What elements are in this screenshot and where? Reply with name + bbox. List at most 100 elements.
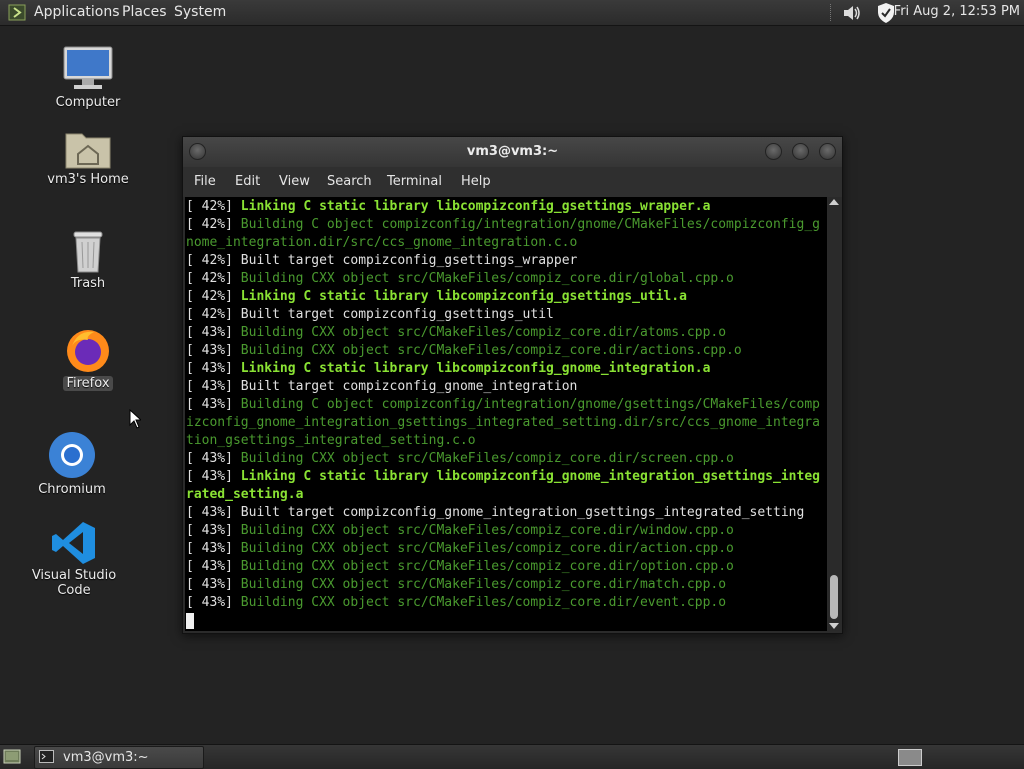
build-progress: [ 43%] [186,595,241,610]
desktop-icon-computer[interactable]: Computer [28,45,148,110]
build-message: Building CXX object src/CMakeFiles/compi… [240,559,734,574]
build-message: Building CXX object src/CMakeFiles/compi… [240,325,727,340]
build-progress: [ 42%] [186,307,241,322]
menu-system[interactable]: System [174,0,226,25]
build-message: Built target compizconfig_gnome_integrat… [240,505,805,520]
volume-icon[interactable] [841,2,863,24]
build-message: Linking C static library libcompizconfig… [186,469,820,502]
terminal-line: [ 43%] Building CXX object src/CMakeFile… [186,522,826,540]
text-cursor [186,612,194,629]
build-message: Building CXX object src/CMakeFiles/compi… [240,451,734,466]
trash-icon [73,231,103,273]
terminal-line: [ 42%] Linking C static library libcompi… [186,198,826,216]
terminal-line: [ 43%] Built target compizconfig_gnome_i… [186,504,826,522]
terminal-line: [ 42%] Built target compizconfig_gsettin… [186,252,826,270]
build-message: Linking C static library libcompizconfig… [240,289,687,304]
terminal-line: [ 42%] Building C object compizconfig/in… [186,216,826,252]
build-message: Building CXX object src/CMakeFiles/compi… [240,523,734,538]
build-progress: [ 43%] [186,541,241,556]
scroll-up-arrow-icon[interactable] [829,199,839,205]
firefox-icon [67,330,109,372]
terminal-line: [ 42%] Built target compizconfig_gsettin… [186,306,826,324]
desktop-icon-label: Firefox [63,376,113,391]
scroll-down-arrow-icon[interactable] [829,623,839,629]
menu-terminal[interactable]: Terminal [387,167,442,197]
build-progress: [ 43%] [186,325,241,340]
taskbar-item-terminal[interactable]: vm3@vm3:~ [34,746,204,769]
close-button[interactable] [819,143,836,160]
build-progress: [ 42%] [186,199,241,214]
window-titlebar[interactable]: vm3@vm3:~ [183,137,842,167]
build-progress: [ 43%] [186,577,241,592]
terminal-output[interactable]: [ 42%] Linking C static library libcompi… [185,197,827,631]
build-progress: [ 43%] [186,451,241,466]
menu-search[interactable]: Search [327,167,372,197]
build-message: Building C object compizconfig/integrati… [186,397,820,448]
terminal-line: [ 43%] Building C object compizconfig/in… [186,396,826,450]
build-progress: [ 43%] [186,397,241,412]
home-folder-icon [65,133,111,169]
build-message: Building CXX object src/CMakeFiles/compi… [240,595,727,610]
terminal-line: [ 43%] Building CXX object src/CMakeFile… [186,540,826,558]
distro-menu-icon[interactable] [8,4,26,21]
desktop-icon-label: Visual Studio Code [31,568,117,598]
minimize-button[interactable] [765,143,782,160]
terminal-lines: [ 42%] Linking C static library libcompi… [186,198,826,630]
panel-separator [830,4,833,21]
build-message: Built target compizconfig_gsettings_wrap… [240,253,578,268]
build-message: Building C object compizconfig/integrati… [186,217,820,250]
build-message: Building CXX object src/CMakeFiles/compi… [240,271,734,286]
menu-file[interactable]: File [194,167,216,197]
build-progress: [ 43%] [186,505,241,520]
desktop-icon-vscode[interactable]: Visual Studio Code [14,520,134,598]
terminal-scrollbar[interactable] [828,197,840,631]
terminal-menubar: File Edit View Search Terminal Help [183,167,842,197]
desktop-icon-trash[interactable]: Trash [28,228,148,291]
computer-icon [63,46,113,89]
build-message: Built target compizconfig_gnome_integrat… [240,379,578,394]
terminal-line: [ 43%] Built target compizconfig_gnome_i… [186,378,826,396]
mouse-pointer-icon [129,409,141,429]
workspace-switcher[interactable] [898,749,922,766]
terminal-window[interactable]: vm3@vm3:~ File Edit View Search Terminal… [182,136,843,634]
terminal-line: [ 43%] Linking C static library libcompi… [186,468,826,504]
build-progress: [ 43%] [186,379,241,394]
menu-applications[interactable]: Applications [34,0,120,25]
desktop-icon-home[interactable]: vm3's Home [28,128,148,187]
clock[interactable]: Fri Aug 2, 12:53 PM [894,0,1020,24]
desktop-icon-chromium[interactable]: Chromium [12,430,132,497]
terminal-icon [39,750,54,763]
build-progress: [ 42%] [186,253,241,268]
terminal-line: [ 42%] Building CXX object src/CMakeFile… [186,270,826,288]
build-message: Built target compizconfig_gsettings_util [240,307,554,322]
show-desktop-icon[interactable] [3,749,21,764]
desktop-icon-firefox[interactable]: Firefox [28,326,148,391]
build-message: Linking C static library libcompizconfig… [240,199,711,214]
build-message: Building CXX object src/CMakeFiles/compi… [240,541,734,556]
terminal-line: [ 43%] Building CXX object src/CMakeFile… [186,450,826,468]
scrollbar-thumb[interactable] [830,575,838,619]
build-progress: [ 42%] [186,289,241,304]
terminal-line: [ 43%] Building CXX object src/CMakeFile… [186,324,826,342]
menu-places[interactable]: Places [122,0,167,25]
terminal-line: [ 43%] Linking C static library libcompi… [186,360,826,378]
menu-help[interactable]: Help [461,167,491,197]
build-message: Linking C static library libcompizconfig… [240,361,711,376]
build-progress: [ 43%] [186,559,241,574]
build-message: Building CXX object src/CMakeFiles/compi… [240,343,742,358]
vscode-icon [52,522,95,564]
menu-edit[interactable]: Edit [235,167,260,197]
build-progress: [ 43%] [186,343,241,358]
terminal-line: [ 43%] Building CXX object src/CMakeFile… [186,558,826,576]
prompt-line [186,612,826,630]
menu-view[interactable]: View [279,167,310,197]
top-panel: Applications Places System Fri Aug 2, 12… [0,0,1024,26]
build-progress: [ 42%] [186,271,241,286]
maximize-button[interactable] [792,143,809,160]
bottom-panel: vm3@vm3:~ [0,744,1024,769]
window-menu-button[interactable] [189,143,206,160]
chromium-icon [49,432,95,478]
build-message: Building CXX object src/CMakeFiles/compi… [240,577,727,592]
desktop-icon-label: vm3's Home [47,172,129,187]
window-title: vm3@vm3:~ [466,144,559,159]
